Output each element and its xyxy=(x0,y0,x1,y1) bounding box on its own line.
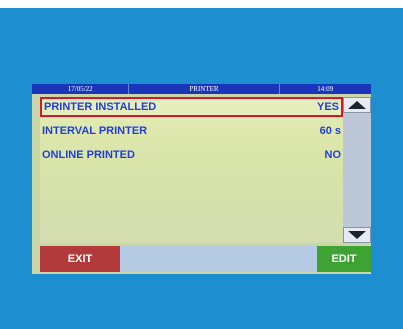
exit-button[interactable]: EXIT xyxy=(40,246,120,272)
date-display: 17/05/22 xyxy=(32,84,130,94)
setting-value: NO xyxy=(324,149,342,161)
setting-value: YES xyxy=(316,101,339,113)
setting-label: PRINTER INSTALLED xyxy=(44,101,157,113)
setting-label: INTERVAL PRINTER xyxy=(42,125,148,137)
edit-button[interactable]: EDIT xyxy=(317,246,371,272)
printer-settings-screen: 17/05/22 PRINTER 14:09 PRINTER INSTALLED… xyxy=(32,84,371,274)
status-bar: 17/05/22 PRINTER 14:09 xyxy=(32,84,371,94)
setting-row-online-printed[interactable]: ONLINE PRINTED NO xyxy=(40,145,343,165)
setting-value: 60 s xyxy=(319,125,341,137)
scrollbar[interactable] xyxy=(343,97,371,243)
settings-list: PRINTER INSTALLED YES INTERVAL PRINTER 6… xyxy=(40,97,343,243)
triangle-up-icon xyxy=(348,101,366,109)
setting-label: ONLINE PRINTED xyxy=(42,149,135,161)
triangle-down-icon xyxy=(348,231,366,239)
setting-row-interval-printer[interactable]: INTERVAL PRINTER 60 s xyxy=(40,121,343,141)
setting-row-printer-installed[interactable]: PRINTER INSTALLED YES xyxy=(40,97,343,117)
screen-title: PRINTER xyxy=(129,84,280,94)
action-bar: EXIT EDIT xyxy=(40,246,371,272)
action-bar-spacer xyxy=(120,246,317,272)
device-frame: 17/05/22 PRINTER 14:09 PRINTER INSTALLED… xyxy=(0,8,403,329)
time-display: 14:09 xyxy=(317,85,334,93)
scroll-down-button[interactable] xyxy=(343,227,371,243)
scroll-up-button[interactable] xyxy=(343,97,371,113)
